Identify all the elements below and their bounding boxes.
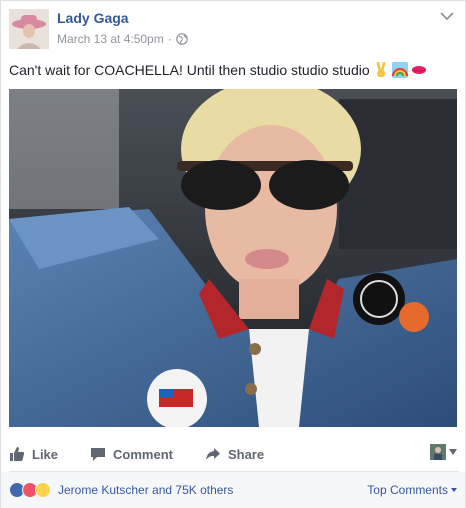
comment-button[interactable]: Comment — [90, 446, 173, 462]
page-avatar — [430, 444, 446, 460]
victory-hand-emoji — [376, 62, 385, 77]
wow-reaction-icon — [35, 482, 51, 498]
top-comments-label: Top Comments — [367, 483, 448, 497]
rainbow-emoji — [391, 62, 408, 78]
reactions-bar: Jerome Kutscher and 75K others Top Comme… — [1, 472, 465, 508]
author-avatar[interactable] — [9, 9, 49, 49]
like-button[interactable]: Like — [9, 446, 58, 462]
kiss-mark-emoji — [411, 66, 426, 74]
share-label: Share — [227, 446, 265, 462]
author-name[interactable]: Lady Gaga — [57, 10, 129, 26]
comment-label: Comment — [113, 446, 173, 462]
share-icon — [205, 448, 220, 460]
like-label: Like — [32, 446, 59, 462]
chevron-down-icon[interactable] — [439, 9, 455, 23]
thumbs-up-icon — [10, 447, 25, 461]
comment-icon — [91, 448, 106, 461]
post-timestamp[interactable]: March 13 at 4:50pm — [57, 32, 164, 46]
post-text-body: Can't wait for COACHELLA! Until then stu… — [9, 62, 370, 78]
globe-icon[interactable] — [175, 33, 188, 45]
post-text: Can't wait for COACHELLA! Until then stu… — [9, 62, 427, 78]
caret-down-icon — [451, 488, 457, 492]
reaction-summary[interactable]: Jerome Kutscher and 75K others — [58, 483, 233, 497]
caret-down-icon — [449, 449, 457, 455]
post-photo[interactable] — [9, 89, 457, 427]
post-meta: March 13 at 4:50pm · — [57, 32, 188, 46]
post-card: Lady Gaga March 13 at 4:50pm · Can't wai… — [0, 0, 466, 508]
meta-separator: · — [167, 32, 172, 46]
action-bar: Like Comment Share — [9, 439, 459, 469]
page-selector[interactable] — [430, 444, 457, 460]
top-comments-dropdown[interactable]: Top Comments — [367, 483, 457, 497]
reaction-icons[interactable] — [9, 482, 51, 498]
share-button[interactable]: Share — [205, 446, 264, 462]
emoji-row — [373, 62, 427, 78]
